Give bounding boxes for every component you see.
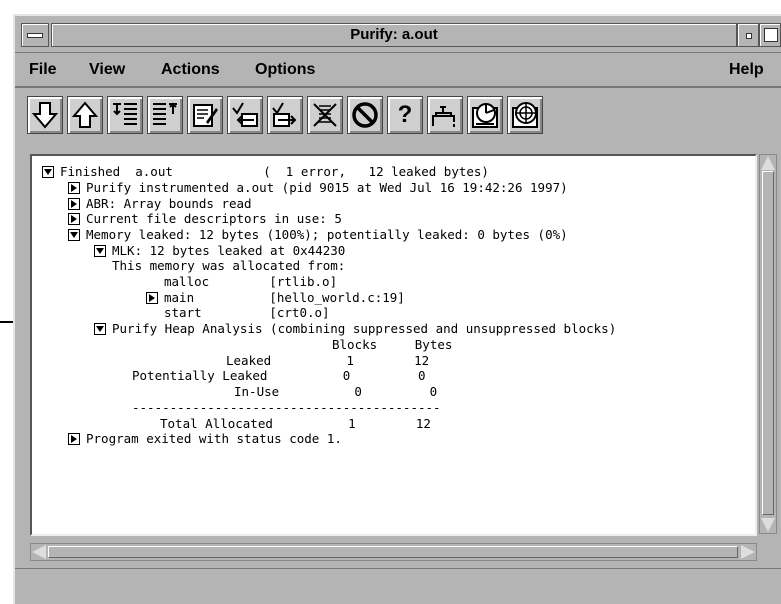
horizontal-scrollbar[interactable]: [30, 543, 757, 561]
scroll-down-icon[interactable]: [761, 518, 775, 532]
heap-analysis-icon: [472, 103, 498, 128]
report-line[interactable]: Purify instrumented a.out (pid 9015 at W…: [86, 180, 568, 196]
expand-arrow-icon[interactable]: [68, 213, 80, 225]
report-line[interactable]: Finished a.out ( 1 error, 12 leaked byte…: [60, 164, 489, 180]
heap-analysis-button[interactable]: [467, 96, 503, 134]
purify-window: Purify: a.out File View Actions Options …: [13, 14, 781, 604]
previous-message-button[interactable]: [67, 96, 103, 134]
scroll-up-icon[interactable]: [761, 156, 775, 170]
expand-arrow-icon[interactable]: [146, 292, 158, 304]
report-line[interactable]: Current file descriptors in use: 5: [86, 211, 342, 227]
kill-button[interactable]: [307, 96, 343, 134]
menu-help[interactable]: Help: [729, 61, 764, 79]
report-line[interactable]: ----------------------------------------…: [132, 400, 441, 416]
arrow-down-icon: [31, 102, 59, 129]
maximize-button[interactable]: [759, 23, 781, 47]
report-line[interactable]: This memory was allocated from:: [112, 258, 345, 274]
report-line[interactable]: Purify Heap Analysis (combining suppress…: [112, 321, 616, 337]
report-line[interactable]: Leaked 1 12: [226, 353, 429, 369]
edit-source-button[interactable]: [187, 96, 223, 134]
report-view[interactable]: Finished a.out ( 1 error, 12 leaked byte…: [30, 154, 757, 536]
stop-icon: [352, 102, 378, 128]
report-line[interactable]: Potentially Leaked 0 0: [132, 368, 426, 384]
expand-all-icon: [113, 103, 137, 125]
window-title: Purify: a.out: [51, 23, 737, 47]
expand-arrow-icon[interactable]: [68, 198, 80, 210]
report-line[interactable]: Blocks Bytes: [332, 337, 452, 353]
menu-options[interactable]: Options: [255, 61, 315, 79]
collapse-arrow-icon[interactable]: [68, 229, 80, 241]
collapse-arrow-icon[interactable]: [94, 245, 106, 257]
report-line[interactable]: MLK: 12 bytes leaked at 0x44230: [112, 243, 345, 259]
menu-bar: File View Actions Options Help: [15, 52, 781, 88]
title-bar: Purify: a.out: [15, 20, 781, 50]
report-line[interactable]: In-Use 0 0: [234, 384, 437, 400]
suppress-button[interactable]: [227, 96, 263, 134]
arrow-up-icon: [71, 101, 99, 128]
next-message-button[interactable]: [27, 96, 63, 134]
menu-file[interactable]: File: [29, 61, 57, 79]
stop-button[interactable]: [347, 96, 383, 134]
vertical-scroll-thumb[interactable]: [762, 171, 774, 515]
expand-arrow-icon[interactable]: [68, 433, 80, 445]
status-bar: [15, 568, 781, 600]
suppress-icon: [232, 102, 258, 127]
window-menu-button[interactable]: [21, 23, 49, 47]
report-line[interactable]: start [crt0.o]: [164, 305, 330, 321]
scroll-left-icon[interactable]: [32, 545, 46, 559]
memory-target-icon: [512, 102, 538, 128]
edit-icon: [193, 104, 218, 127]
unsuppress-icon: [272, 102, 297, 127]
menu-view[interactable]: View: [89, 61, 125, 79]
collapse-all-icon: [153, 102, 177, 125]
kill-icon: [313, 103, 337, 127]
collapse-arrow-icon[interactable]: [42, 166, 54, 178]
report-line[interactable]: Memory leaked: 12 bytes (100%); potentia…: [86, 227, 568, 243]
unsuppress-button[interactable]: [267, 96, 303, 134]
report-tree: Finished a.out ( 1 error, 12 leaked byte…: [42, 164, 755, 534]
toolbar: ?: [15, 90, 781, 150]
expand-all-button[interactable]: [107, 96, 143, 134]
plumbing-button[interactable]: [427, 96, 463, 134]
report-line[interactable]: malloc [rtlib.o]: [164, 274, 337, 290]
help-icon: ?: [397, 101, 413, 128]
menu-actions[interactable]: Actions: [161, 61, 220, 79]
collapse-all-button[interactable]: [147, 96, 183, 134]
collapse-arrow-icon[interactable]: [94, 323, 106, 335]
report-line[interactable]: ABR: Array bounds read: [86, 196, 252, 212]
vertical-scrollbar[interactable]: [759, 154, 777, 534]
scroll-right-icon[interactable]: [741, 545, 755, 559]
expand-arrow-icon[interactable]: [68, 182, 80, 194]
memory-target-button[interactable]: [507, 96, 543, 134]
report-line[interactable]: Total Allocated 1 12: [160, 416, 431, 432]
plumbing-icon: [432, 106, 455, 127]
horizontal-scroll-thumb[interactable]: [48, 546, 738, 558]
help-button[interactable]: ?: [387, 96, 423, 134]
minimize-button[interactable]: [737, 23, 759, 47]
report-line[interactable]: main [hello_world.c:19]: [164, 290, 405, 306]
report-line[interactable]: Program exited with status code 1.: [86, 431, 342, 447]
